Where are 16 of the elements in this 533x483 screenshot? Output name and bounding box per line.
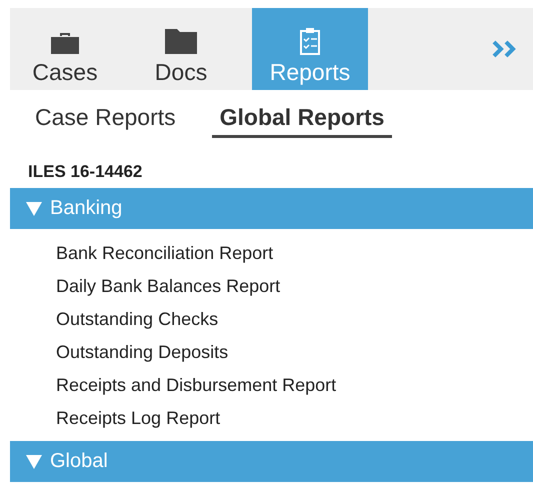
- case-number: ILES 16-14462: [27, 161, 144, 183]
- report-tab[interactable]: Global Reports: [212, 102, 392, 138]
- down-triangle-icon: [26, 202, 42, 216]
- briefcase-icon: [49, 31, 81, 55]
- report-link[interactable]: Receipts and Disbursement Report: [56, 369, 336, 402]
- report-link[interactable]: Daily Bank Balances Report: [56, 270, 280, 303]
- report-link[interactable]: Bank Reconciliation Report: [56, 237, 274, 270]
- down-triangle-icon: [26, 454, 42, 468]
- report-link[interactable]: Outstanding Checks: [56, 303, 218, 336]
- toolbar-tab[interactable]: Cases: [20, 8, 110, 90]
- toolbar-tab[interactable]: Docs: [136, 8, 226, 90]
- report-tab[interactable]: Case Reports: [35, 102, 184, 138]
- clipboard-icon: [299, 27, 321, 55]
- folder-icon: [163, 27, 199, 55]
- report-link[interactable]: Outstanding Deposits: [56, 336, 228, 369]
- report-link[interactable]: Receipts Log Report: [56, 402, 220, 435]
